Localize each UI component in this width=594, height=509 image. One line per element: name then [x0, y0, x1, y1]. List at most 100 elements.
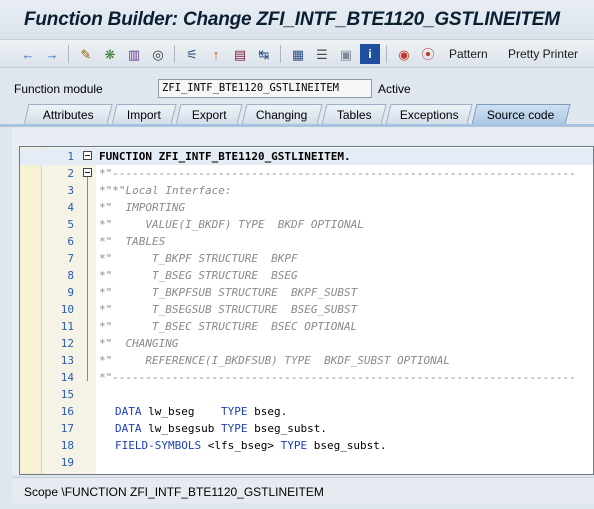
code-text: FIELD-SYMBOLS <lfs_bseg> TYPE bseg_subst… — [115, 437, 387, 454]
line-number: 8 — [67, 269, 74, 282]
line-number: 18 — [60, 439, 74, 452]
tab-changing[interactable]: Changing — [241, 104, 323, 125]
code-line[interactable]: 6 *" TABLES — [20, 233, 593, 250]
code-text: *"--------------------------------------… — [99, 371, 576, 384]
line-number: 10 — [60, 303, 74, 316]
forward-icon[interactable]: → — [42, 44, 62, 64]
code-line[interactable]: 9 *" T_BKPFSUB STRUCTURE BKPF_SUBST — [20, 284, 593, 301]
object-icon[interactable]: ❋ — [100, 44, 120, 64]
code-text: DATA lw_bsegsub TYPE bseg_subst. — [115, 420, 327, 437]
code-text: *"--------------------------------------… — [99, 167, 576, 180]
line-number: 17 — [60, 422, 74, 435]
line-number: 4 — [67, 201, 74, 214]
code-text: *" CHANGING — [99, 337, 179, 350]
back-icon[interactable]: ← — [18, 44, 38, 64]
source-code-editor[interactable]: 1 FUNCTION ZFI_INTF_BTE1120_GSTLINEITEM. 2… — [19, 146, 594, 475]
table-icon[interactable]: ▣ — [336, 44, 356, 64]
stack-icon[interactable]: ☰ — [312, 44, 332, 64]
fold-toggle-icon[interactable] — [83, 151, 93, 161]
tab-import[interactable]: Import — [111, 104, 177, 125]
title-bar: Function Builder: Change ZFI_INTF_BTE112… — [0, 0, 594, 40]
code-text: *" T_BKPFSUB STRUCTURE BKPF_SUBST — [99, 286, 358, 299]
code-line[interactable]: 3 *"*"Local Interface: — [20, 182, 593, 199]
line-number: 2 — [67, 167, 74, 180]
fold-guide-line — [87, 177, 88, 381]
code-text: *" T_BSEC STRUCTURE BSEC OPTIONAL — [99, 320, 358, 333]
code-line[interactable]: 17 DATA lw_bsegsub TYPE bseg_subst. — [20, 420, 593, 437]
code-text: *" REFERENCE(I_BKDFSUB) TYPE BKDF_SUBST … — [99, 354, 450, 367]
identifier-token: lw_bseg — [141, 405, 221, 418]
function-module-label: Function module — [14, 82, 103, 96]
fold-toggle-icon[interactable] — [83, 168, 93, 178]
external-breakpoint-icon[interactable]: ⦿ — [418, 44, 438, 64]
code-line[interactable]: 15 — [20, 386, 593, 403]
code-line[interactable]: 4 *" IMPORTING — [20, 199, 593, 216]
status-bar: Scope \FUNCTION ZFI_INTF_BTE1120_GSTLINE… — [12, 477, 594, 503]
code-line[interactable]: 12 *" CHANGING — [20, 335, 593, 352]
line-number: 14 — [60, 371, 74, 384]
navigate-icon[interactable]: ↹ — [254, 44, 274, 64]
code-line[interactable]: 14 *"------------------------------------… — [20, 369, 593, 386]
keyword-token: DATA — [115, 405, 142, 418]
breakpoint-icon[interactable]: ◉ — [394, 44, 414, 64]
line-number: 16 — [60, 405, 74, 418]
pin-icon[interactable]: ↑ — [206, 44, 226, 64]
code-text: *" T_BSEGSUB STRUCTURE BSEG_SUBST — [99, 303, 358, 316]
activate-icon[interactable]: ◎ — [148, 44, 168, 64]
identifier-token: lw_bsegsub — [141, 422, 221, 435]
toolbar-separator — [174, 45, 175, 63]
tab-attributes[interactable]: Attributes — [23, 104, 113, 125]
toolbar-separator — [280, 45, 281, 63]
tab-exceptions[interactable]: Exceptions — [385, 104, 473, 125]
tree-icon[interactable]: ▥ — [124, 44, 144, 64]
keyword-token: TYPE — [220, 422, 248, 435]
function-module-row: Function module ZFI_INTF_BTE1120_GSTLINE… — [0, 76, 594, 102]
pattern-button[interactable]: Pattern — [449, 47, 488, 61]
content-area: 1 FUNCTION ZFI_INTF_BTE1120_GSTLINEITEM. 2… — [12, 127, 594, 475]
hierarchy-icon[interactable]: ⚟ — [182, 44, 202, 64]
tab-tables[interactable]: Tables — [321, 104, 387, 125]
code-line[interactable]: 11 *" T_BSEC STRUCTURE BSEC OPTIONAL — [20, 318, 593, 335]
code-line[interactable]: 13 *" REFERENCE(I_BKDFSUB) TYPE BKDF_SUBS… — [20, 352, 593, 369]
structure-icon[interactable]: ▦ — [288, 44, 308, 64]
line-number: 15 — [60, 388, 74, 401]
pretty-printer-button[interactable]: Pretty Printer — [508, 47, 578, 61]
code-text: FUNCTION ZFI_INTF_BTE1120_GSTLINEITEM. — [99, 150, 351, 163]
code-line[interactable]: 2 *"-------------------------------------… — [20, 165, 593, 182]
code-line[interactable]: 7 *" T_BKPF STRUCTURE BKPF — [20, 250, 593, 267]
code-text: *"*"Local Interface: — [99, 184, 232, 197]
line-number: 11 — [60, 320, 74, 333]
line-number: 9 — [67, 286, 74, 299]
function-module-field[interactable]: ZFI_INTF_BTE1120_GSTLINEITEM — [158, 79, 372, 98]
line-number: 13 — [60, 354, 74, 367]
code-text: DATA lw_bseg TYPE bseg. — [115, 403, 287, 420]
tab-source-code[interactable]: Source code — [471, 104, 571, 125]
pen-icon[interactable]: ✎ — [76, 44, 96, 64]
code-text: *" TABLES — [99, 235, 166, 248]
function-module-status: Active — [378, 82, 411, 96]
application-toolbar: ← → ✎ ❋ ▥ ◎ ⚟ ↑ ▤ ↹ ▦ ☰ ▣ i ◉ ⦿ Pattern … — [0, 40, 594, 68]
code-line[interactable]: 19 — [20, 454, 593, 471]
code-line[interactable]: 5 *" VALUE(I_BKDF) TYPE BKDF OPTIONAL — [20, 216, 593, 233]
window-title: Function Builder: Change ZFI_INTF_BTE112… — [24, 9, 560, 30]
tab-strip: Attributes Import Export Changing Tables… — [0, 103, 594, 125]
identifier-token: bseg_subst. — [307, 439, 387, 452]
code-text: *" IMPORTING — [99, 201, 186, 214]
info-icon[interactable]: i — [360, 44, 380, 64]
line-number: 1 — [67, 150, 74, 163]
identifier-token: <lfs_bseg> — [201, 439, 281, 452]
code-line[interactable]: 8 *" T_BSEG STRUCTURE BSEG — [20, 267, 593, 284]
tab-export[interactable]: Export — [175, 104, 243, 125]
display-icon[interactable]: ▤ — [230, 44, 250, 64]
code-line[interactable]: 16 DATA lw_bseg TYPE bseg. — [20, 403, 593, 420]
code-line[interactable]: 18 FIELD-SYMBOLS <lfs_bseg> TYPE bseg_sub… — [20, 437, 593, 454]
line-number: 3 — [67, 184, 74, 197]
code-line[interactable]: 1 FUNCTION ZFI_INTF_BTE1120_GSTLINEITEM. — [20, 148, 593, 165]
line-number: 19 — [60, 456, 74, 469]
identifier-token: bseg. — [247, 405, 288, 418]
keyword-token: DATA — [115, 422, 142, 435]
code-line[interactable]: 10 *" T_BSEGSUB STRUCTURE BSEG_SUBST — [20, 301, 593, 318]
line-number: 6 — [67, 235, 74, 248]
identifier-token: bseg_subst. — [247, 422, 327, 435]
line-number: 7 — [67, 252, 74, 265]
